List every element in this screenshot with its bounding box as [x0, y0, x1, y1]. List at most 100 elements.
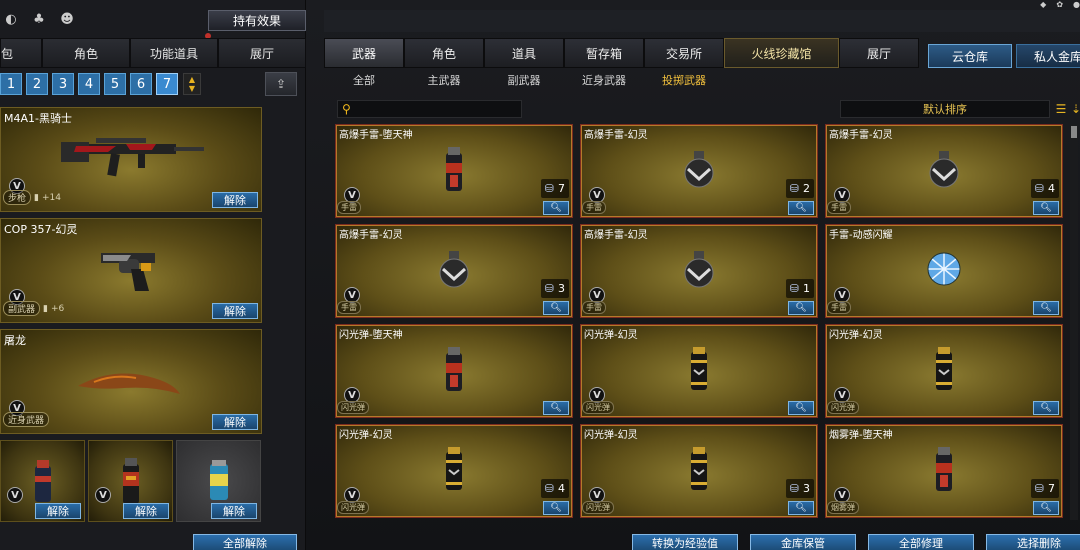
item-stack-count: ⛁ 1	[785, 279, 814, 298]
item-card[interactable]: 高爆手雷-堕天神 V 手雷 ⛁ 7 🔍︎	[335, 124, 573, 218]
subtab-melee[interactable]: 近身武器	[564, 71, 644, 91]
unequip-button[interactable]: 解除	[212, 414, 258, 430]
item-grid: 高爆手雷-堕天神 V 手雷 ⛁ 7 🔍︎ 高爆手雷-幻灵 V 手雷 ⛁ 2 🔍︎ 高爆手雷-幻灵 V 手雷 ⛁…	[335, 124, 1063, 520]
item-card[interactable]: 闪光弹-幻灵 V 闪光弹 🔍︎	[580, 324, 818, 418]
tab-collection-hall[interactable]: 火线珍藏馆	[724, 38, 839, 68]
spinner-icon[interactable]: ◐	[0, 8, 22, 30]
convert-to-exp-button[interactable]: 转换为经验值	[632, 534, 738, 550]
inspect-button[interactable]: 🔍︎	[788, 301, 814, 315]
grenade-canister-icon	[122, 458, 139, 504]
item-card[interactable]: 高爆手雷-幻灵 V 手雷 ⛁ 2 🔍︎	[580, 124, 818, 218]
equipped-slot-primary[interactable]: M4A1-黑骑士 V 步枪 ▮ +14 解除	[0, 107, 262, 212]
inspect-button[interactable]: 🔍︎	[543, 501, 569, 515]
item-name: 闪光弹-幻灵	[584, 430, 638, 441]
item-card[interactable]: 高爆手雷-幻灵 V 手雷 ⛁ 3 🔍︎	[335, 224, 573, 318]
settings-icon[interactable]: ✿	[1056, 0, 1063, 10]
repair-all-button[interactable]: 全部修理	[868, 534, 974, 550]
equipped-slot-throwable[interactable]: V 解除	[0, 440, 85, 522]
subtab-secondary[interactable]: 副武器	[484, 71, 564, 91]
inspect-button[interactable]: 🔍︎	[788, 401, 814, 415]
item-card[interactable]: 闪光弹-堕天神 V 闪光弹 🔍︎	[335, 324, 573, 418]
tab-function-items[interactable]: 功能道具	[130, 38, 218, 68]
subtab-all[interactable]: 全部	[324, 71, 404, 91]
tab-showroom[interactable]: 展厅	[218, 38, 306, 68]
tab-showroom[interactable]: 展厅	[839, 38, 919, 68]
page-button[interactable]: 2	[26, 73, 48, 95]
page-button[interactable]: 4	[78, 73, 100, 95]
tab-exchange[interactable]: 交易所	[644, 38, 724, 68]
inspect-button[interactable]: 🔍︎	[543, 301, 569, 315]
item-card[interactable]: 闪光弹-幻灵 V 闪光弹 ⛁ 4 🔍︎	[335, 424, 573, 518]
item-card[interactable]: 高爆手雷-幻灵 V 手雷 ⛁ 4 🔍︎	[825, 124, 1063, 218]
tab-character[interactable]: 角色	[42, 38, 130, 68]
magnify-icon: 🔍︎	[1040, 503, 1052, 513]
unequip-button[interactable]: 解除	[123, 503, 169, 519]
equipped-item-meta: 副武器 ▮ +6	[3, 301, 64, 316]
unequip-button[interactable]: 解除	[212, 303, 258, 319]
page-up-down-arrows[interactable]: ▲ ▼	[183, 73, 201, 95]
scrollbar-thumb[interactable]	[1071, 126, 1077, 138]
figures-icon[interactable]: ♣	[28, 8, 50, 30]
transfer-button[interactable]: ⇪	[265, 72, 297, 96]
arrow-down-icon[interactable]: ▼	[189, 84, 195, 93]
magnify-icon: 🔍︎	[795, 303, 807, 313]
tab-cloud-warehouse[interactable]: 云仓库	[928, 44, 1012, 68]
subtab-primary[interactable]: 主武器	[404, 71, 484, 91]
inspect-button[interactable]: 🔍︎	[1033, 201, 1059, 215]
inspect-button[interactable]: 🔍︎	[788, 501, 814, 515]
equipped-slot-throwable[interactable]: 解除	[176, 440, 261, 522]
holding-effect-button[interactable]: 持有效果	[208, 10, 306, 31]
equipped-slot-secondary[interactable]: COP 357-幻灵 V 副武器 ▮ +6 解除	[0, 218, 262, 323]
page-button[interactable]: 6	[130, 73, 152, 95]
equipped-slot-throwable[interactable]: V 解除	[88, 440, 173, 522]
arrow-up-icon[interactable]: ▲	[189, 75, 195, 84]
page-button[interactable]: 1	[0, 73, 22, 95]
item-card[interactable]: 烟雾弹-堕天神 V 烟雾弹 ⛁ 7 🔍︎	[825, 424, 1063, 518]
tab-weapons[interactable]: 武器	[324, 38, 404, 68]
item-card[interactable]: 闪光弹-幻灵 V 闪光弹 🔍︎	[825, 324, 1063, 418]
tab-bag[interactable]: 包	[0, 38, 42, 68]
inspect-button[interactable]: 🔍︎	[543, 401, 569, 415]
inspect-button[interactable]: 🔍︎	[788, 201, 814, 215]
item-category-tag: 手雷	[827, 201, 851, 214]
equipped-slot-melee[interactable]: 屠龙 V 近身武器 解除	[0, 329, 262, 434]
list-view-icon[interactable]: ☰	[1053, 100, 1069, 118]
profile-icon[interactable]: ●	[1073, 0, 1080, 10]
unequip-button[interactable]: 解除	[211, 503, 257, 519]
item-name: 烟雾弹-堕天神	[829, 430, 893, 441]
stack-icon: ⛁	[544, 482, 554, 495]
inspect-button[interactable]: 🔍︎	[1033, 501, 1059, 515]
item-card[interactable]: 手雷-动感闪耀 V 手雷 🔍︎	[825, 224, 1063, 318]
vault-keep-button[interactable]: 金库保管	[750, 534, 856, 550]
stack-icon: ⛁	[789, 282, 799, 295]
grenade-icon	[682, 149, 716, 193]
select-delete-button[interactable]: 选择删除	[986, 534, 1080, 550]
scrollbar[interactable]	[1070, 124, 1078, 520]
unequip-button[interactable]: 解除	[212, 192, 258, 208]
inspect-button[interactable]: 🔍︎	[543, 201, 569, 215]
inspect-button[interactable]: 🔍︎	[1033, 301, 1059, 315]
revolver-icon	[101, 253, 155, 291]
tab-private-vault[interactable]: 私人金库	[1016, 44, 1080, 68]
tab-items[interactable]: 道具	[484, 38, 564, 68]
search-input[interactable]	[356, 103, 521, 115]
inspect-button[interactable]: 🔍︎	[1033, 401, 1059, 415]
page-button[interactable]: 3	[52, 73, 74, 95]
sort-dropdown[interactable]: 默认排序	[840, 100, 1050, 118]
tab-characters[interactable]: 角色	[404, 38, 484, 68]
unequip-all-button[interactable]: 全部解除	[193, 534, 297, 550]
item-name: 闪光弹-幻灵	[829, 330, 883, 341]
subtab-throwable[interactable]: 投掷武器	[644, 71, 724, 91]
page-button[interactable]: 5	[104, 73, 126, 95]
unequip-button[interactable]: 解除	[35, 503, 81, 519]
item-card[interactable]: 高爆手雷-幻灵 V 手雷 ⛁ 1 🔍︎	[580, 224, 818, 318]
stack-icon: ⛁	[789, 182, 799, 195]
tab-temp-storage[interactable]: 暂存箱	[564, 38, 644, 68]
item-name: 高爆手雷-堕天神	[339, 130, 413, 141]
page-selector: 1 2 3 4 5 6 7	[0, 73, 178, 95]
sort-order-icon[interactable]: ⇣	[1068, 100, 1080, 118]
item-card[interactable]: 闪光弹-幻灵 V 闪光弹 ⛁ 3 🔍︎	[580, 424, 818, 518]
mascot-icon[interactable]: ☻	[56, 8, 78, 30]
page-button-active[interactable]: 7	[156, 73, 178, 95]
stack-count-value: 4	[558, 482, 565, 495]
